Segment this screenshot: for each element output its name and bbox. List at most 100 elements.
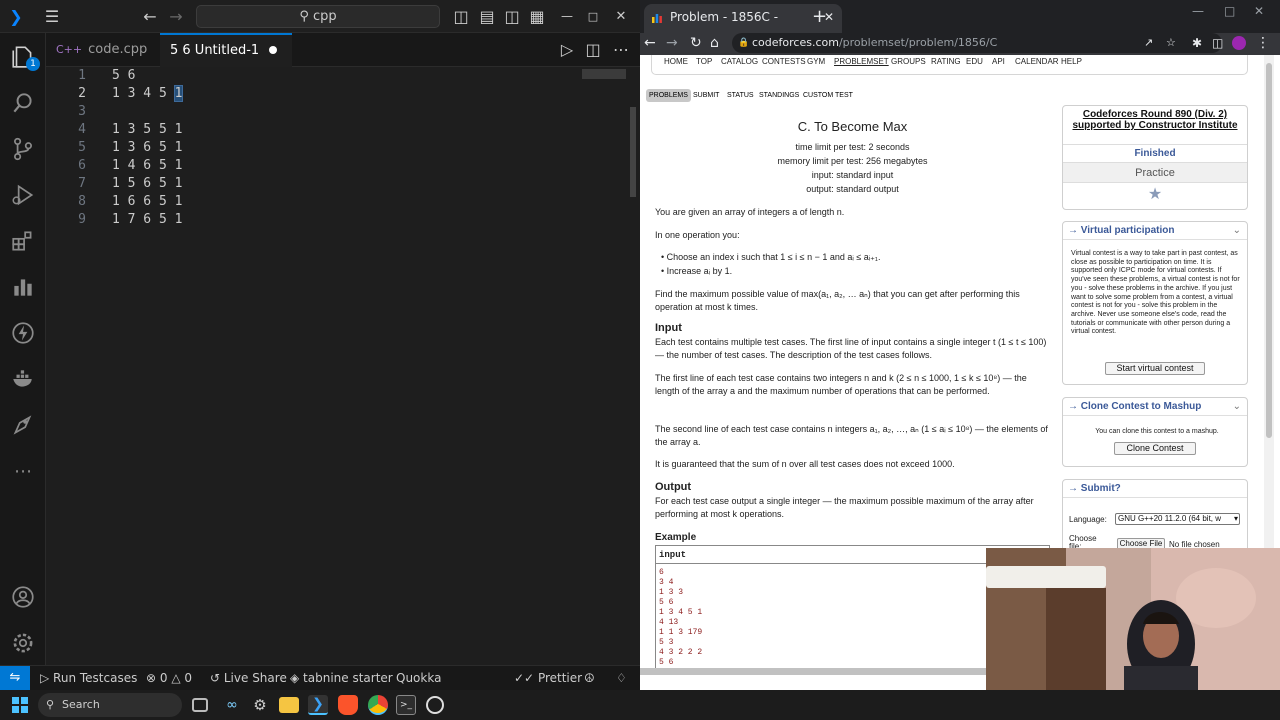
search-icon[interactable] <box>0 80 46 126</box>
subnav-custom-test[interactable]: CUSTOM TEST <box>803 89 853 102</box>
unsaved-dot-icon[interactable] <box>269 46 278 54</box>
profile-avatar[interactable] <box>1232 36 1246 50</box>
menu-top[interactable]: TOP <box>696 57 712 66</box>
menu-rating[interactable]: RATING <box>931 57 961 66</box>
editor-scrollbar[interactable] <box>630 107 636 197</box>
file-explorer-icon[interactable] <box>279 697 299 713</box>
customize-layout-icon[interactable]: ▦ <box>528 0 546 33</box>
live-share-label: Live Share <box>223 671 287 685</box>
reload-icon[interactable]: ↻ <box>690 33 702 53</box>
run-code-icon[interactable]: ▷ <box>558 33 576 67</box>
explorer-icon[interactable] <box>0 34 46 80</box>
lightning-icon[interactable] <box>0 310 46 356</box>
clone-contest-box: → Clone Contest to Mashup ⌄ You can clone… <box>1062 397 1248 467</box>
menu-help[interactable]: HELP <box>1061 57 1082 66</box>
accounts-status-icon[interactable]: ☮ <box>584 666 595 690</box>
remote-explorer-icon[interactable] <box>0 402 46 448</box>
tabnine-button[interactable]: ◈ tabnine starter <box>290 666 393 690</box>
chrome-taskbar-icon[interactable] <box>368 695 388 715</box>
menu-contests[interactable]: CONTESTS <box>762 57 806 66</box>
menu-problemset[interactable]: PROBLEMSET <box>834 57 889 66</box>
docker-icon[interactable] <box>0 356 46 402</box>
run-debug-icon[interactable] <box>0 172 46 218</box>
start-virtual-contest-button[interactable]: Start virtual contest <box>1105 362 1205 375</box>
subnav-submit[interactable]: SUBMIT <box>693 89 719 102</box>
subnav-status[interactable]: STATUS <box>727 89 754 102</box>
forward-arrow-icon[interactable]: → <box>166 0 186 33</box>
vscode-taskbar-icon[interactable]: ❯ <box>308 695 328 715</box>
settings-app-icon[interactable]: ⚙ <box>250 695 270 715</box>
more-icon[interactable]: ⋯ <box>0 448 46 494</box>
settings-gear-icon[interactable] <box>0 620 46 666</box>
subnav-problems[interactable]: PROBLEMS <box>646 89 691 102</box>
clone-contest-button[interactable]: Clone Contest <box>1114 442 1196 455</box>
run-testcases-button[interactable]: ▷ Run Testcases <box>40 666 137 690</box>
forward-arrow-icon[interactable]: → <box>666 33 678 53</box>
tabnine-label: tabnine starter <box>303 671 393 685</box>
extensions-icon[interactable] <box>0 218 46 264</box>
new-tab-icon[interactable]: + <box>812 0 827 33</box>
minimize-icon[interactable]: — <box>1192 0 1204 22</box>
maximize-icon[interactable]: □ <box>1224 0 1235 22</box>
menu-catalog[interactable]: CATALOG <box>721 57 758 66</box>
hamburger-menu-icon[interactable]: ☰ <box>42 0 62 33</box>
taskbar-search-box[interactable]: ⚲ Search <box>38 693 182 717</box>
close-window-icon[interactable]: ✕ <box>1254 0 1264 22</box>
tab-code-cpp[interactable]: C++ code.cpp <box>46 33 160 67</box>
brave-browser-icon[interactable] <box>338 695 358 715</box>
address-bar[interactable]: 🔒 codeforces.com/problemset/problem/1856… <box>732 33 1222 53</box>
chrome-menu-icon[interactable]: ⋮ <box>1256 33 1270 53</box>
chevron-down-icon[interactable]: ⌄ <box>1233 222 1241 240</box>
tab-label: code.cpp <box>88 42 148 57</box>
favorite-star-icon[interactable]: ★ <box>1063 182 1247 206</box>
share-icon[interactable]: ↗ <box>1144 33 1153 53</box>
obs-recording-icon[interactable] <box>426 696 444 714</box>
bookmark-star-icon[interactable]: ☆ <box>1166 33 1176 53</box>
copilot-icon[interactable]: ∞ <box>222 695 242 715</box>
back-arrow-icon[interactable]: ← <box>644 33 656 53</box>
quokka-button[interactable]: Quokka <box>396 666 441 690</box>
source-control-icon[interactable] <box>0 126 46 172</box>
terminal-icon[interactable]: >_ <box>396 695 416 715</box>
toggle-secondary-sidebar-icon[interactable]: ◫ <box>503 0 521 33</box>
page-horizontal-scrollbar[interactable] <box>640 668 990 675</box>
code-editor[interactable]: 15 6 21 3 4 5 1 3 41 3 5 5 1 51 3 6 5 1 … <box>46 67 640 665</box>
back-arrow-icon[interactable]: ← <box>140 0 160 33</box>
editor-more-icon[interactable]: ⋯ <box>612 33 630 67</box>
menu-edu[interactable]: EDU <box>966 57 983 66</box>
close-icon[interactable]: ✕ <box>612 0 630 33</box>
bullet-text: Increase aᵢ by 1. <box>666 266 733 276</box>
language-select[interactable]: GNU G++20 11.2.0 (64 bit, w ▾ <box>1115 513 1240 525</box>
live-share-button[interactable]: ↺ Live Share <box>210 666 287 690</box>
menu-calendar[interactable]: CALENDAR <box>1015 57 1059 66</box>
menu-api[interactable]: API <box>992 57 1005 66</box>
side-panel-icon[interactable]: ◫ <box>1212 33 1223 53</box>
contest-round-title[interactable]: Codeforces Round 890 (Div. 2) supported … <box>1063 109 1247 131</box>
tab-untitled-1[interactable]: 5 6 Untitled-1 <box>160 33 292 67</box>
command-center-search[interactable]: ⚲ cpp <box>196 5 440 28</box>
virtual-participation-heading: → Virtual participation ⌄ <box>1063 222 1247 240</box>
menu-home[interactable]: HOME <box>664 57 688 66</box>
menu-gym[interactable]: GYM <box>807 57 825 66</box>
menu-groups[interactable]: GROUPS <box>891 57 926 66</box>
subnav-standings[interactable]: STANDINGS <box>759 89 799 102</box>
box-heading-text: → Virtual participation <box>1068 225 1175 236</box>
minimize-icon[interactable]: — <box>558 0 576 33</box>
chevron-down-icon[interactable]: ⌄ <box>1233 398 1241 416</box>
prettier-button[interactable]: ✓✓ Prettier <box>514 666 582 690</box>
split-editor-icon[interactable]: ◫ <box>584 33 602 67</box>
maximize-icon[interactable]: □ <box>584 0 602 33</box>
toggle-sidebar-icon[interactable]: ◫ <box>452 0 470 33</box>
testing-chart-icon[interactable] <box>0 264 46 310</box>
accounts-icon[interactable] <box>0 574 46 620</box>
toggle-panel-icon[interactable]: ▤ <box>478 0 496 33</box>
page-scrollbar-thumb[interactable] <box>1266 63 1272 438</box>
windows-start-icon[interactable] <box>12 697 28 713</box>
task-view-icon[interactable] <box>192 698 208 712</box>
home-icon[interactable]: ⌂ <box>710 33 719 53</box>
problems-indicator[interactable]: ⊗ 0 △ 0 <box>146 666 192 690</box>
extensions-puzzle-icon[interactable]: ✱ <box>1192 33 1202 53</box>
remote-indicator-icon[interactable]: ⇋ <box>0 666 30 691</box>
notifications-bell-icon[interactable]: ♢ <box>616 666 627 690</box>
code-line: 9 1 7 6 5 1 <box>46 211 626 229</box>
